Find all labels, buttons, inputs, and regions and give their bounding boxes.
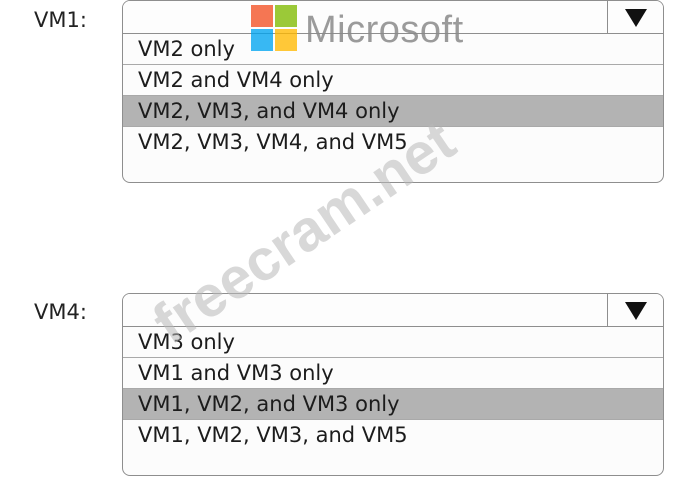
triangle-down-icon xyxy=(624,301,647,320)
vm4-dropdown-arrow-button[interactable] xyxy=(607,294,663,327)
vm1-option-selected[interactable]: VM2, VM3, and VM4 only xyxy=(123,96,663,127)
logo-wordmark: Microsoft xyxy=(305,9,464,51)
triangle-down-icon xyxy=(624,8,647,27)
microsoft-logo: Microsoft xyxy=(251,5,471,53)
logo-square-green xyxy=(275,5,297,27)
logo-square-blue xyxy=(251,29,273,51)
vm4-option[interactable]: VM3 only xyxy=(123,327,663,358)
vm4-label: VM4: xyxy=(34,300,87,324)
vm1-label: VM1: xyxy=(34,8,87,32)
vm4-dropdown[interactable]: VM3 only VM1 and VM3 only VM1, VM2, and … xyxy=(122,293,664,476)
vm4-option[interactable]: VM1, VM2, VM3, and VM5 xyxy=(123,420,663,451)
logo-square-red xyxy=(251,5,273,27)
vm1-option[interactable]: VM2 and VM4 only xyxy=(123,65,663,96)
vm4-select-box[interactable] xyxy=(123,294,663,327)
logo-square-yellow xyxy=(275,29,297,51)
vm1-option[interactable]: VM2, VM3, VM4, and VM5 xyxy=(123,127,663,158)
vm1-dropdown-arrow-button[interactable] xyxy=(607,1,663,34)
vm4-option-selected[interactable]: VM1, VM2, and VM3 only xyxy=(123,389,663,420)
vm4-option[interactable]: VM1 and VM3 only xyxy=(123,358,663,389)
